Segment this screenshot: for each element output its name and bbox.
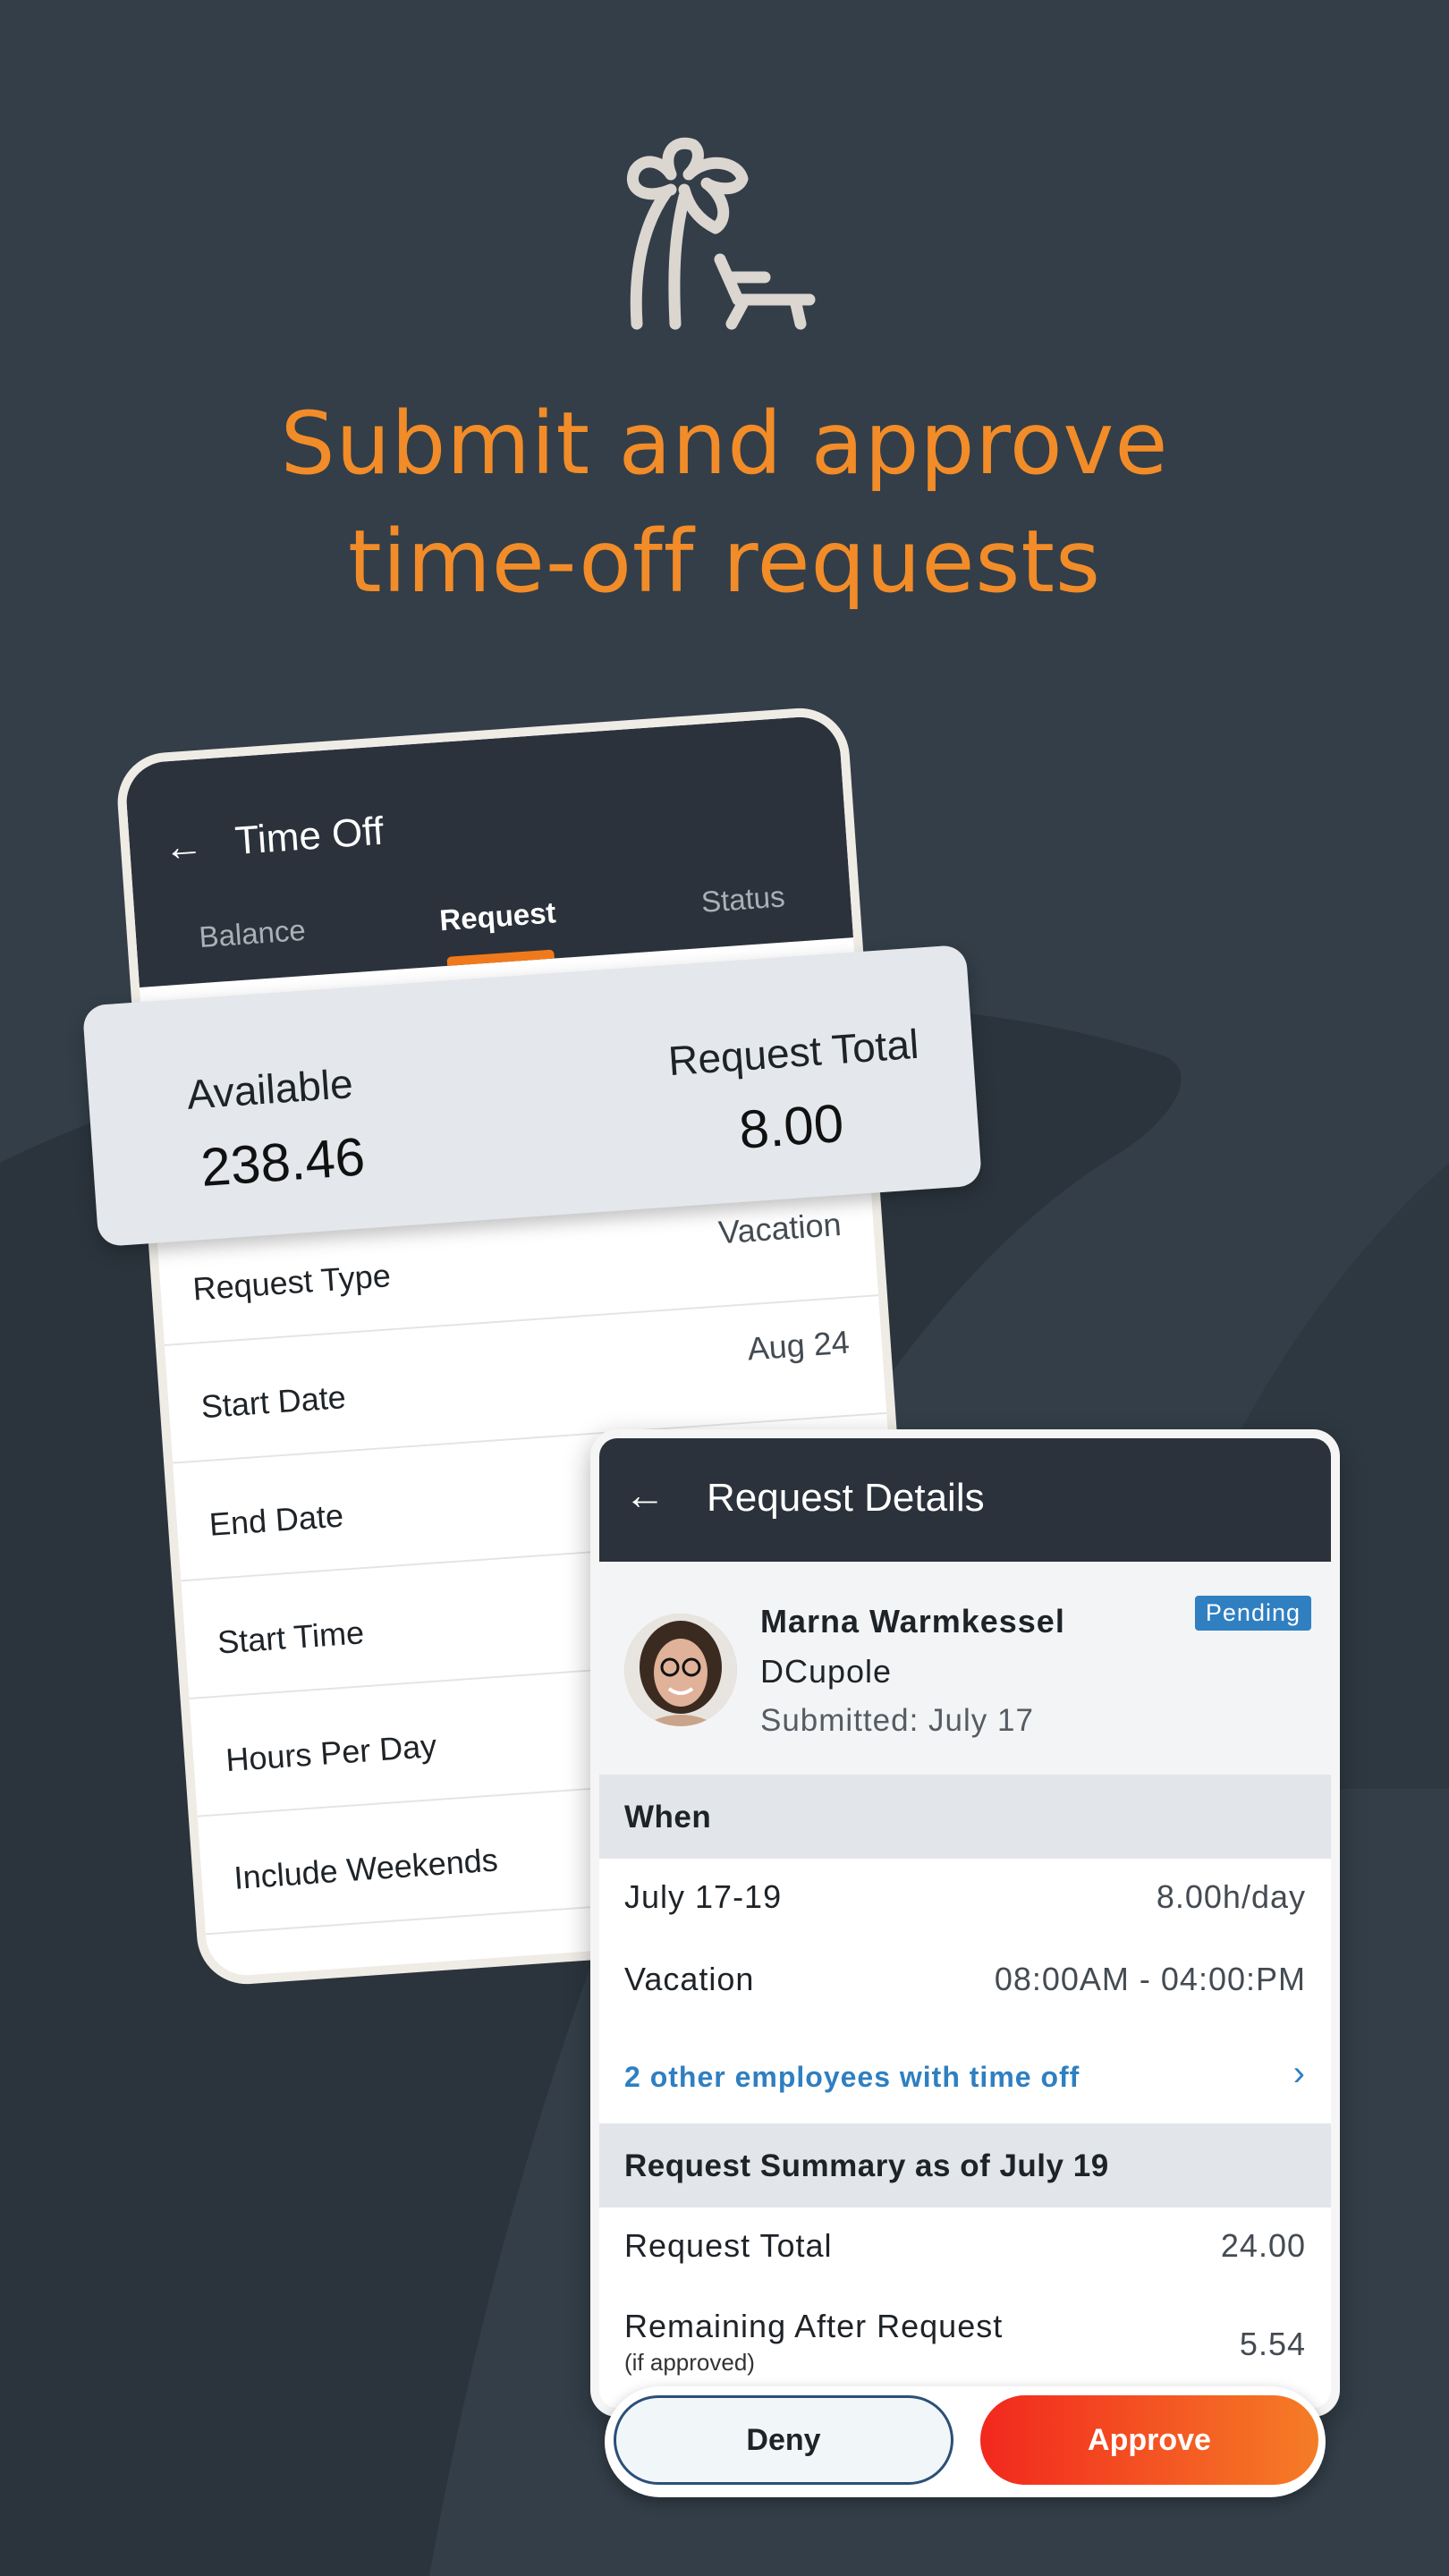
- page-title: Time Off: [233, 809, 386, 864]
- employee-profile: Marna Warmkessel DCupole Submitted: July…: [599, 1562, 1331, 1775]
- time-range: 08:00AM - 04:00:PM: [994, 1961, 1306, 1997]
- type-row: Vacation 08:00AM - 04:00:PM: [624, 1961, 1306, 1998]
- row-label: Hours Per Day: [225, 1726, 438, 1779]
- request-total-row: Request Total 24.00: [624, 2227, 1306, 2265]
- row-value: Vacation: [716, 1205, 843, 1251]
- request-total-value: 8.00: [737, 1092, 846, 1160]
- request-type: Vacation: [624, 1961, 755, 1997]
- request-details-header: ← Request Details: [599, 1438, 1331, 1562]
- section-title: When: [624, 1800, 712, 1835]
- available-label: Available: [185, 1060, 355, 1118]
- request-total-label: Request Total: [624, 2227, 833, 2264]
- row-label: Start Time: [216, 1614, 366, 1661]
- summary-section-header: Request Summary as of July 19: [599, 2123, 1331, 2207]
- row-label: Start Date: [199, 1378, 347, 1426]
- approve-button[interactable]: Approve: [980, 2395, 1318, 2485]
- remaining-label: Remaining After Request: [624, 2308, 1004, 2344]
- section-title: Request Summary as of July 19: [624, 2148, 1109, 2183]
- avatar: [624, 1614, 737, 1726]
- headline-line-2: time-off requests: [347, 512, 1102, 612]
- time-off-header: ← Time Off Balance Request Status: [123, 714, 854, 987]
- palm-tree-beach-chair-icon: [627, 137, 816, 330]
- status-badge: Pending: [1194, 1596, 1311, 1631]
- arrow-left-icon[interactable]: ←: [624, 1470, 665, 1519]
- chevron-right-icon[interactable]: ›: [1293, 2054, 1306, 2094]
- row-value: Aug 24: [746, 1323, 851, 1368]
- request-details-phone: ← Request Details Marna Warmkessel DCupo…: [590, 1429, 1340, 2417]
- tab-request[interactable]: Request: [380, 892, 614, 942]
- remaining-row: Remaining After Request 5.54: [624, 2308, 1306, 2362]
- row-label: End Date: [208, 1496, 345, 1543]
- submitted-date: Submitted: July 17: [760, 1703, 1034, 1738]
- action-bar: Deny Approve: [605, 2386, 1326, 2497]
- request-total-value: 24.00: [1220, 2227, 1306, 2264]
- tab-balance[interactable]: Balance: [135, 909, 369, 959]
- request-total-label: Request Total: [666, 1020, 920, 1085]
- tab-status[interactable]: Status: [626, 875, 860, 925]
- employee-organization: DCupole: [760, 1653, 893, 1690]
- remaining-note: (if approved): [624, 2349, 755, 2376]
- employee-name: Marna Warmkessel: [760, 1603, 1065, 1640]
- deny-button[interactable]: Deny: [614, 2395, 953, 2485]
- headline: Submit and approve time-off requests: [0, 385, 1449, 621]
- dates-row: July 17-19 8.00h/day: [624, 1878, 1306, 1916]
- dates: July 17-19: [624, 1878, 783, 1915]
- row-label: Request Type: [191, 1257, 393, 1308]
- link-text[interactable]: 2 other employees with time off: [624, 2061, 1080, 2093]
- when-section-header: When: [599, 1775, 1331, 1859]
- headline-line-1: Submit and approve: [280, 394, 1169, 494]
- arrow-left-icon[interactable]: ←: [162, 824, 204, 871]
- hours-per-day: 8.00h/day: [1156, 1878, 1306, 1915]
- row-label: Include Weekends: [233, 1841, 499, 1896]
- available-value: 238.46: [199, 1126, 368, 1198]
- page-title: Request Details: [707, 1476, 985, 1520]
- active-tab-indicator: [446, 949, 555, 966]
- remaining-value: 5.54: [1239, 2326, 1306, 2362]
- other-employees-link[interactable]: 2 other employees with time off ›: [624, 2054, 1306, 2095]
